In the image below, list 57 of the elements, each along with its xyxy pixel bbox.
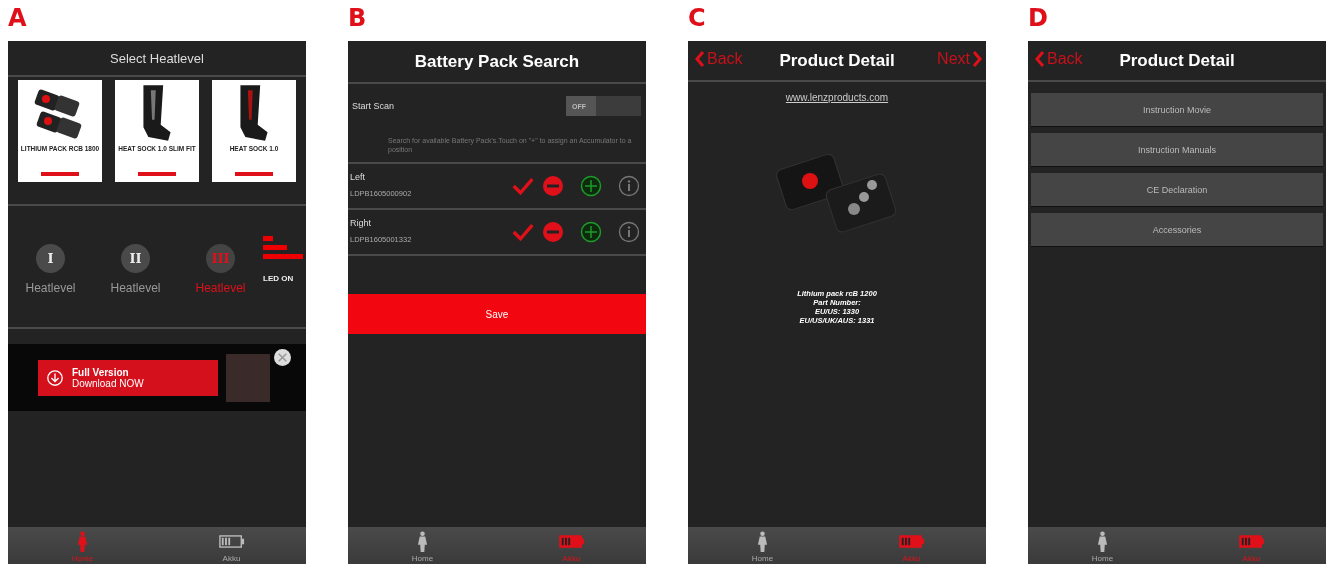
promo-title: Full Version xyxy=(72,366,130,378)
menu-item[interactable]: CE Declaration xyxy=(1031,173,1323,206)
remove-icon[interactable] xyxy=(542,175,564,197)
next-button[interactable]: Next xyxy=(937,50,982,68)
info-icon[interactable] xyxy=(618,221,640,243)
back-button[interactable]: Back xyxy=(695,50,743,68)
close-icon[interactable] xyxy=(274,349,291,366)
download-icon xyxy=(46,368,64,387)
nav-tab[interactable]: Home xyxy=(348,527,497,564)
nav-tab[interactable]: Home xyxy=(688,527,837,564)
panel-letter: A xyxy=(8,3,27,34)
heatlevel-label: Heatlevel xyxy=(195,281,246,295)
remove-icon[interactable] xyxy=(542,221,564,243)
heatlevel-button[interactable]: II xyxy=(121,244,150,273)
photo-placeholder xyxy=(226,354,270,402)
add-icon[interactable] xyxy=(580,175,602,197)
heatlevel-label: Heatlevel xyxy=(110,281,161,295)
save-button[interactable]: Save xyxy=(348,294,646,334)
screen-title: Product Detail xyxy=(1119,50,1235,71)
battery-icon xyxy=(898,535,925,548)
back-button[interactable]: Back xyxy=(1035,50,1083,68)
panel-letter: B xyxy=(348,3,367,34)
menu-item[interactable]: Instruction Movie xyxy=(1031,93,1323,126)
menu-item[interactable]: Instruction Manuals xyxy=(1031,133,1323,166)
battery-icon xyxy=(1238,535,1265,548)
chevron-right-icon xyxy=(972,50,982,68)
screen-title: Battery Pack Search xyxy=(414,51,580,72)
nav-tab[interactable]: Akku xyxy=(157,527,306,564)
person-icon xyxy=(77,531,88,553)
scan-label: Start Scan xyxy=(352,101,395,111)
chevron-left-icon xyxy=(695,50,705,68)
person-icon xyxy=(1097,531,1108,553)
nav-tab[interactable]: Home xyxy=(1028,527,1177,564)
promo-banner[interactable]: Full Version Download NOW xyxy=(8,344,306,411)
position-label: Left xyxy=(350,172,366,182)
heatlevel-button[interactable]: I xyxy=(36,244,65,273)
screen-title: Select Heatlevel xyxy=(110,50,204,66)
add-icon[interactable] xyxy=(580,221,602,243)
panel-letter: C xyxy=(688,3,706,34)
battery-icon xyxy=(558,535,585,548)
download-button[interactable]: Full Version Download NOW xyxy=(38,359,218,396)
person-icon xyxy=(757,531,768,553)
position-label: Right xyxy=(350,218,372,228)
person-icon xyxy=(417,531,428,553)
led-bars-icon[interactable] xyxy=(263,236,303,262)
sock-drawing xyxy=(239,84,269,142)
promo-subtitle: Download NOW xyxy=(72,377,144,389)
heatlevel-label: Heatlevel xyxy=(25,281,76,295)
chevron-left-icon xyxy=(1035,50,1045,68)
website-link[interactable]: www.lenzproducts.com xyxy=(785,92,889,103)
battery-icon xyxy=(218,535,245,548)
info-icon[interactable] xyxy=(618,175,640,197)
led-label: LED ON xyxy=(263,274,294,283)
screen-title: Product Detail xyxy=(779,50,895,71)
menu-item[interactable]: Accessories xyxy=(1031,213,1323,246)
panel-letter: D xyxy=(1028,3,1048,34)
sock-drawing xyxy=(142,84,172,142)
